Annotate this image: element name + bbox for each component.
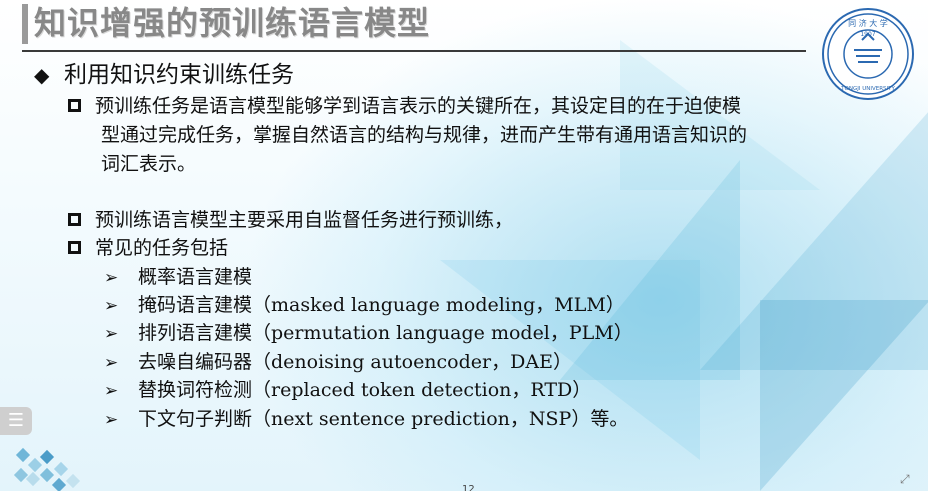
svg-text:TONGJI UNIVERSITY: TONGJI UNIVERSITY bbox=[840, 86, 895, 92]
square-bullet-icon bbox=[68, 98, 81, 112]
svg-text:1907: 1907 bbox=[860, 31, 875, 38]
paragraph-line: 常见的任务包括 bbox=[95, 237, 229, 259]
bullet-paragraph: 常见的任务包括 bbox=[68, 234, 228, 263]
diamond-bullet-icon: ◆ bbox=[34, 63, 50, 87]
background-facet bbox=[760, 300, 928, 491]
title-accent-bar bbox=[22, 4, 28, 44]
bullet-paragraph: 预训练任务是语言模型能够学到语言表示的关键所在，其设定目的在于迫使模 bbox=[68, 92, 741, 121]
heading-text: 利用知识约束训练任务 bbox=[64, 62, 294, 88]
task-list-item: ➢ 掩码语言建模（masked language modeling，MLM） bbox=[104, 291, 625, 319]
task-text: 排列语言建模（permutation language model，PLM） bbox=[138, 322, 633, 344]
task-list-item: ➢ 去噪自编码器（denoising autoencoder，DAE） bbox=[104, 348, 572, 376]
task-text: 概率语言建模 bbox=[138, 266, 253, 288]
corner-decoration bbox=[8, 430, 98, 491]
task-list-item: ➢ 概率语言建模 bbox=[104, 263, 252, 291]
task-text: 去噪自编码器（denoising autoencoder，DAE） bbox=[138, 351, 572, 373]
title-divider bbox=[22, 50, 806, 52]
section-heading: ◆ 利用知识约束训练任务 bbox=[34, 58, 294, 92]
slide-menu-button[interactable]: ☰ bbox=[0, 407, 32, 435]
bullet-paragraph: 预训练语言模型主要采用自监督任务进行预训练， bbox=[68, 206, 513, 235]
task-text: 下文句子判断（next sentence prediction，NSP）等。 bbox=[138, 408, 629, 430]
arrow-bullet-icon: ➢ bbox=[104, 410, 119, 430]
arrow-bullet-icon: ➢ bbox=[104, 268, 119, 288]
task-list-item: ➢ 排列语言建模（permutation language model，PLM） bbox=[104, 319, 633, 347]
paragraph-line: 预训练语言模型主要采用自监督任务进行预训练， bbox=[95, 209, 514, 231]
task-text: 掩码语言建模（masked language modeling，MLM） bbox=[138, 294, 625, 316]
expand-icon[interactable]: ⤢ bbox=[900, 472, 924, 488]
square-bullet-icon bbox=[68, 212, 81, 226]
paragraph-line: 型通过完成任务，掌握自然语言的结构与规律，进而产生带有通用语言知识的 bbox=[101, 124, 748, 146]
svg-text:同 济 大 学: 同 济 大 学 bbox=[848, 18, 888, 28]
task-list-item: ➢ 下文句子判断（next sentence prediction，NSP）等。 bbox=[104, 405, 628, 433]
paragraph-line: 词汇表示。 bbox=[101, 153, 197, 175]
page-number: 12 bbox=[462, 484, 475, 491]
arrow-bullet-icon: ➢ bbox=[104, 296, 119, 316]
task-list-item: ➢ 替换词符检测（replaced token detection，RTD） bbox=[104, 376, 591, 404]
slide-canvas: 知识增强的预训练语言模型 同 济 大 学 1907 TONGJI UNIVERS… bbox=[0, 0, 928, 491]
task-text: 替换词符检测（replaced token detection，RTD） bbox=[138, 379, 592, 401]
square-bullet-icon bbox=[68, 240, 81, 254]
paragraph-line: 预训练任务是语言模型能够学到语言表示的关键所在，其设定目的在于迫使模 bbox=[95, 95, 742, 117]
university-seal-icon: 同 济 大 学 1907 TONGJI UNIVERSITY bbox=[822, 8, 914, 100]
arrow-bullet-icon: ➢ bbox=[104, 353, 119, 373]
slide-title: 知识增强的预训练语言模型 bbox=[34, 4, 431, 42]
arrow-bullet-icon: ➢ bbox=[104, 381, 119, 401]
arrow-bullet-icon: ➢ bbox=[104, 324, 119, 344]
